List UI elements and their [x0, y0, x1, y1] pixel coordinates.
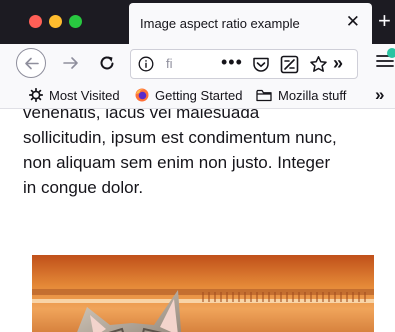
cat-photo	[32, 255, 374, 332]
bookmark-label: Most Visited	[49, 88, 120, 103]
info-icon[interactable]	[138, 56, 154, 72]
tab-active[interactable]: Image aspect ratio example ✕	[129, 3, 372, 44]
bookmark-label: Getting Started	[155, 88, 243, 103]
page-content: venenatis, lacus vel malesuada sollicitu…	[0, 109, 395, 332]
bookmark-label: Mozilla stuff	[278, 88, 347, 103]
url-text[interactable]: fi	[166, 56, 173, 71]
paragraph-line: sollicitudin, ipsum est condimentum nunc…	[23, 128, 337, 147]
reader-view-icon[interactable]	[280, 55, 299, 74]
pocket-icon[interactable]	[252, 56, 270, 73]
url-bar[interactable]: fi ••• »	[130, 49, 358, 79]
tab-strip: Image aspect ratio example ✕ +	[0, 0, 395, 44]
forward-button[interactable]	[62, 54, 80, 72]
body-paragraph: venenatis, lacus vel malesuada sollicitu…	[23, 109, 383, 200]
bookmark-star-icon[interactable]	[309, 55, 328, 74]
bookmark-most-visited[interactable]: Most Visited	[28, 87, 120, 103]
cat-photo-illustration	[32, 255, 374, 332]
paragraph-line: venenatis, lacus vel malesuada	[23, 109, 260, 122]
back-button[interactable]	[16, 48, 46, 78]
zoom-window-button[interactable]	[69, 15, 82, 28]
minimize-window-button[interactable]	[49, 15, 62, 28]
close-window-button[interactable]	[29, 15, 42, 28]
update-badge	[387, 48, 395, 58]
navigation-toolbar: fi ••• »	[0, 44, 395, 84]
paragraph-line: non aliquam sem enim non justo. Integer	[23, 153, 331, 172]
folder-icon	[256, 89, 272, 102]
tab-title: Image aspect ratio example	[140, 16, 300, 31]
arrow-left-icon	[25, 57, 39, 70]
firefox-icon	[135, 88, 149, 102]
gear-icon	[28, 87, 44, 103]
page-actions-button[interactable]: •••	[221, 52, 243, 73]
bookmark-mozilla-stuff[interactable]: Mozilla stuff	[256, 88, 346, 103]
paragraph-line: in congue dolor.	[23, 178, 144, 197]
close-icon[interactable]: ✕	[346, 12, 360, 32]
toolbar-overflow-button[interactable]: »	[333, 53, 343, 74]
reload-button[interactable]	[97, 53, 117, 73]
bookmarks-toolbar: Most Visited Getting Started Mozilla stu…	[0, 84, 395, 109]
bookmarks-overflow-button[interactable]: »	[375, 85, 384, 105]
new-tab-button[interactable]: +	[378, 9, 391, 33]
bookmark-getting-started[interactable]: Getting Started	[135, 88, 242, 103]
